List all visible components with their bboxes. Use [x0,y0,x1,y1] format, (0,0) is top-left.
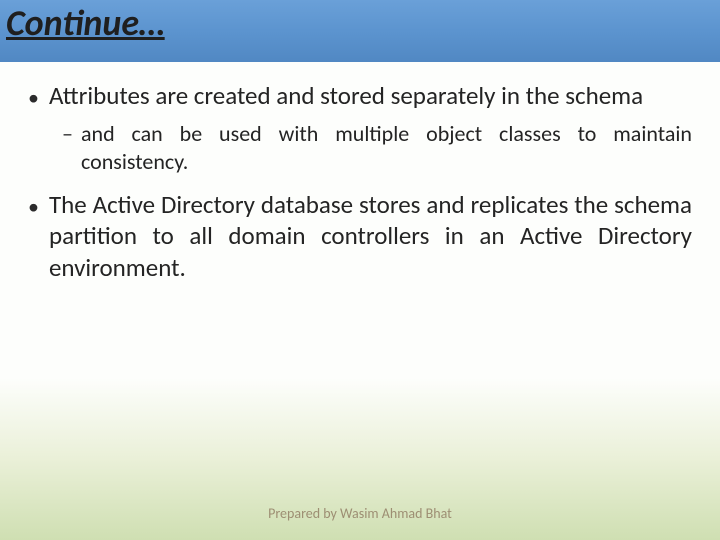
bullet-item: • The Active Directory database stores a… [28,189,692,283]
bullet-marker: • [28,82,39,114]
slide: Continue… • Attributes are created and s… [0,0,720,540]
slide-content: • Attributes are created and stored sepa… [28,80,692,289]
bullet-item: • Attributes are created and stored sepa… [28,80,692,114]
slide-title: Continue… [6,4,165,44]
sub-bullet-item: – and can be used with multiple object c… [62,120,692,175]
footer-text: Prepared by Wasim Ahmad Bhat [0,505,720,522]
bullet-text: The Active Directory database stores and… [49,189,692,283]
dash-marker: – [62,120,73,148]
bullet-marker: • [28,191,39,223]
sub-bullet-text: and can be used with multiple object cla… [81,120,692,175]
bullet-text: Attributes are created and stored separa… [49,80,692,111]
